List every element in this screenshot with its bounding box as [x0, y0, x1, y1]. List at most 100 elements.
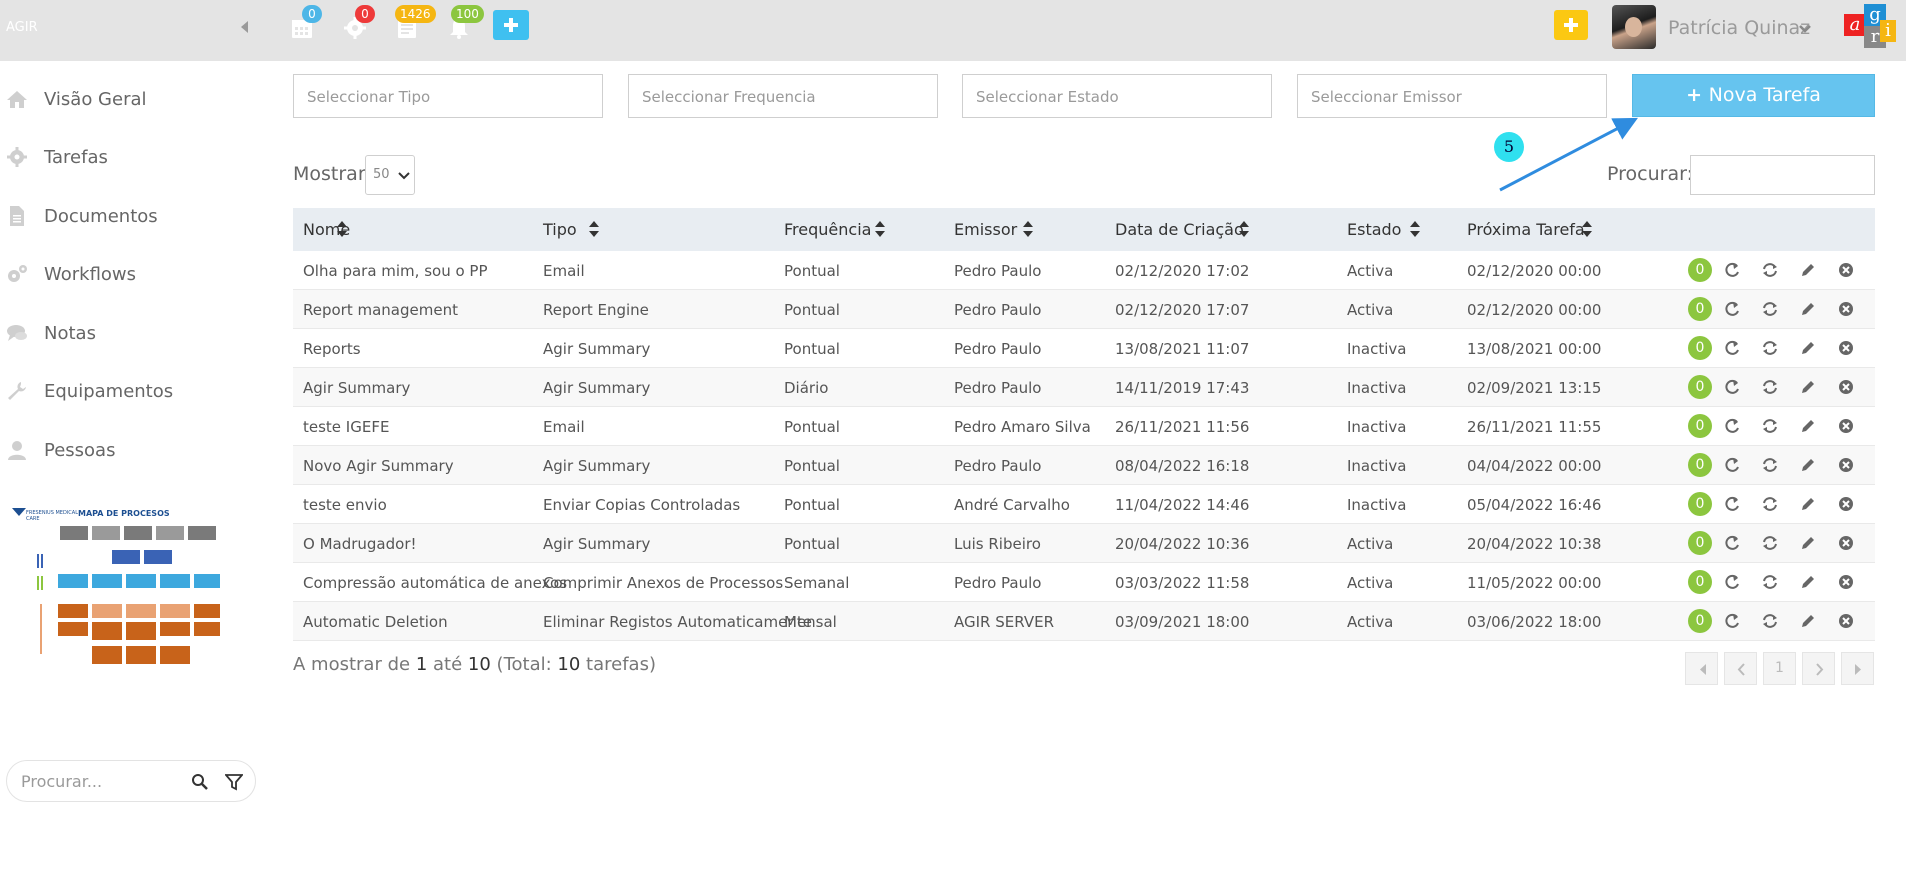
count-badge[interactable]: 0	[1688, 258, 1712, 282]
first-page-button[interactable]	[1685, 652, 1718, 685]
refresh-icon[interactable]	[1761, 612, 1779, 630]
redo-icon[interactable]	[1723, 261, 1741, 279]
redo-icon[interactable]	[1723, 378, 1741, 396]
redo-icon[interactable]	[1723, 534, 1741, 552]
delete-icon[interactable]	[1837, 417, 1855, 435]
edit-icon[interactable]	[1799, 534, 1817, 552]
edit-icon[interactable]	[1799, 417, 1817, 435]
redo-icon[interactable]	[1723, 495, 1741, 513]
avatar[interactable]	[1612, 5, 1656, 49]
delete-icon[interactable]	[1837, 573, 1855, 591]
column-header-proxima-tarefa[interactable]: Próxima Tarefa	[1467, 220, 1585, 239]
redo-icon[interactable]	[1723, 573, 1741, 591]
process-map-thumbnail[interactable]: FRESENIUS MEDICAL CARE MAPA DE PROCESOS	[10, 506, 222, 688]
table-search-input[interactable]	[1690, 155, 1875, 195]
delete-icon[interactable]	[1837, 339, 1855, 357]
table-row[interactable]: Report management Report Engine Pontual Ped…	[293, 290, 1875, 329]
sort-icon[interactable]	[588, 220, 600, 238]
sort-icon[interactable]	[1022, 220, 1034, 238]
table-row[interactable]: O Madrugador! Agir Summary Pontual Luis Rib…	[293, 524, 1875, 563]
column-header-estado[interactable]: Estado	[1347, 220, 1401, 239]
edit-icon[interactable]	[1799, 612, 1817, 630]
delete-icon[interactable]	[1837, 612, 1855, 630]
new-task-button[interactable]: + Nova Tarefa	[1632, 74, 1875, 117]
refresh-icon[interactable]	[1761, 300, 1779, 318]
chevron-down-icon[interactable]	[1798, 22, 1812, 36]
sidebar-item-pessoas[interactable]: Pessoas	[0, 428, 270, 472]
refresh-icon[interactable]	[1761, 456, 1779, 474]
add-item-button[interactable]	[1554, 10, 1588, 40]
sort-icon[interactable]	[1238, 220, 1250, 238]
page-size-select[interactable]: 50	[365, 155, 415, 195]
bell-icon[interactable]: 100	[447, 5, 484, 42]
quick-add-button[interactable]	[493, 10, 529, 40]
sort-icon[interactable]	[1581, 220, 1593, 238]
edit-icon[interactable]	[1799, 495, 1817, 513]
refresh-icon[interactable]	[1761, 417, 1779, 435]
sidebar-item-documentos[interactable]: Documentos	[0, 194, 270, 238]
table-row[interactable]: Compressão automática de anexos Comprimir…	[293, 563, 1875, 602]
next-page-button[interactable]	[1802, 652, 1835, 685]
prev-page-button[interactable]	[1724, 652, 1757, 685]
filter-icon[interactable]	[225, 773, 243, 791]
count-badge[interactable]: 0	[1688, 414, 1712, 438]
filter-frequencia-select[interactable]: Seleccionar Frequencia	[628, 74, 938, 118]
edit-icon[interactable]	[1799, 573, 1817, 591]
edit-icon[interactable]	[1799, 300, 1817, 318]
column-header-emissor[interactable]: Emissor	[954, 220, 1017, 239]
redo-icon[interactable]	[1723, 612, 1741, 630]
delete-icon[interactable]	[1837, 261, 1855, 279]
sidebar-item-equipamentos[interactable]: Equipamentos	[0, 369, 270, 413]
sidebar-search-input[interactable]: Procurar...	[21, 772, 102, 791]
edit-icon[interactable]	[1799, 339, 1817, 357]
refresh-icon[interactable]	[1761, 495, 1779, 513]
last-page-button[interactable]	[1841, 652, 1874, 685]
table-row[interactable]: Automatic Deletion Eliminar Registos Auto…	[293, 602, 1875, 641]
edit-icon[interactable]	[1799, 378, 1817, 396]
sidebar-item-tarefas[interactable]: Tarefas	[0, 135, 270, 179]
column-header-tipo[interactable]: Tipo	[543, 220, 577, 239]
refresh-icon[interactable]	[1761, 378, 1779, 396]
count-badge[interactable]: 0	[1688, 297, 1712, 321]
redo-icon[interactable]	[1723, 300, 1741, 318]
edit-icon[interactable]	[1799, 456, 1817, 474]
refresh-icon[interactable]	[1761, 534, 1779, 552]
sidebar-item-notas[interactable]: Notas	[0, 311, 270, 355]
count-badge[interactable]: 0	[1688, 453, 1712, 477]
sort-icon[interactable]	[874, 220, 886, 238]
count-badge[interactable]: 0	[1688, 375, 1712, 399]
delete-icon[interactable]	[1837, 456, 1855, 474]
delete-icon[interactable]	[1837, 378, 1855, 396]
delete-icon[interactable]	[1837, 300, 1855, 318]
delete-icon[interactable]	[1837, 534, 1855, 552]
count-badge[interactable]: 0	[1688, 609, 1712, 633]
column-header-frequencia[interactable]: Frequência	[784, 220, 871, 239]
refresh-icon[interactable]	[1761, 339, 1779, 357]
table-row[interactable]: Olha para mim, sou o PP Email Pontual Pedro…	[293, 251, 1875, 290]
sort-icon[interactable]	[1409, 220, 1421, 238]
table-row[interactable]: Agir Summary Agir Summary Diário Pedro Paul…	[293, 368, 1875, 407]
table-row[interactable]: Reports Agir Summary Pontual Pedro Paulo 13/…	[293, 329, 1875, 368]
redo-icon[interactable]	[1723, 417, 1741, 435]
count-badge[interactable]: 0	[1688, 531, 1712, 555]
refresh-icon[interactable]	[1761, 573, 1779, 591]
user-name[interactable]: Patrícia Quinaz	[1668, 17, 1810, 39]
sidebar-item-workflows[interactable]: Workflows	[0, 252, 270, 296]
redo-icon[interactable]	[1723, 456, 1741, 474]
collapse-sidebar-icon[interactable]	[236, 18, 254, 36]
delete-icon[interactable]	[1837, 495, 1855, 513]
sidebar-item-visao-geral[interactable]: Visão Geral	[0, 77, 270, 121]
table-row[interactable]: Novo Agir Summary Agir Summary Pontual Pedr…	[293, 446, 1875, 485]
column-header-data-criacao[interactable]: Data de Criação	[1115, 220, 1244, 239]
count-badge[interactable]: 0	[1688, 570, 1712, 594]
table-row[interactable]: teste envio Enviar Copias Controladas Pont…	[293, 485, 1875, 524]
count-badge[interactable]: 0	[1688, 492, 1712, 516]
filter-tipo-select[interactable]: Seleccionar Tipo	[293, 74, 603, 118]
filter-estado-select[interactable]: Seleccionar Estado	[962, 74, 1272, 118]
search-icon[interactable]	[191, 773, 209, 791]
table-row[interactable]: teste IGEFE Email Pontual Pedro Amaro Silva…	[293, 407, 1875, 446]
count-badge[interactable]: 0	[1688, 336, 1712, 360]
edit-icon[interactable]	[1799, 261, 1817, 279]
sidebar-search[interactable]: Procurar...	[6, 760, 256, 802]
sort-icon[interactable]	[336, 220, 348, 238]
